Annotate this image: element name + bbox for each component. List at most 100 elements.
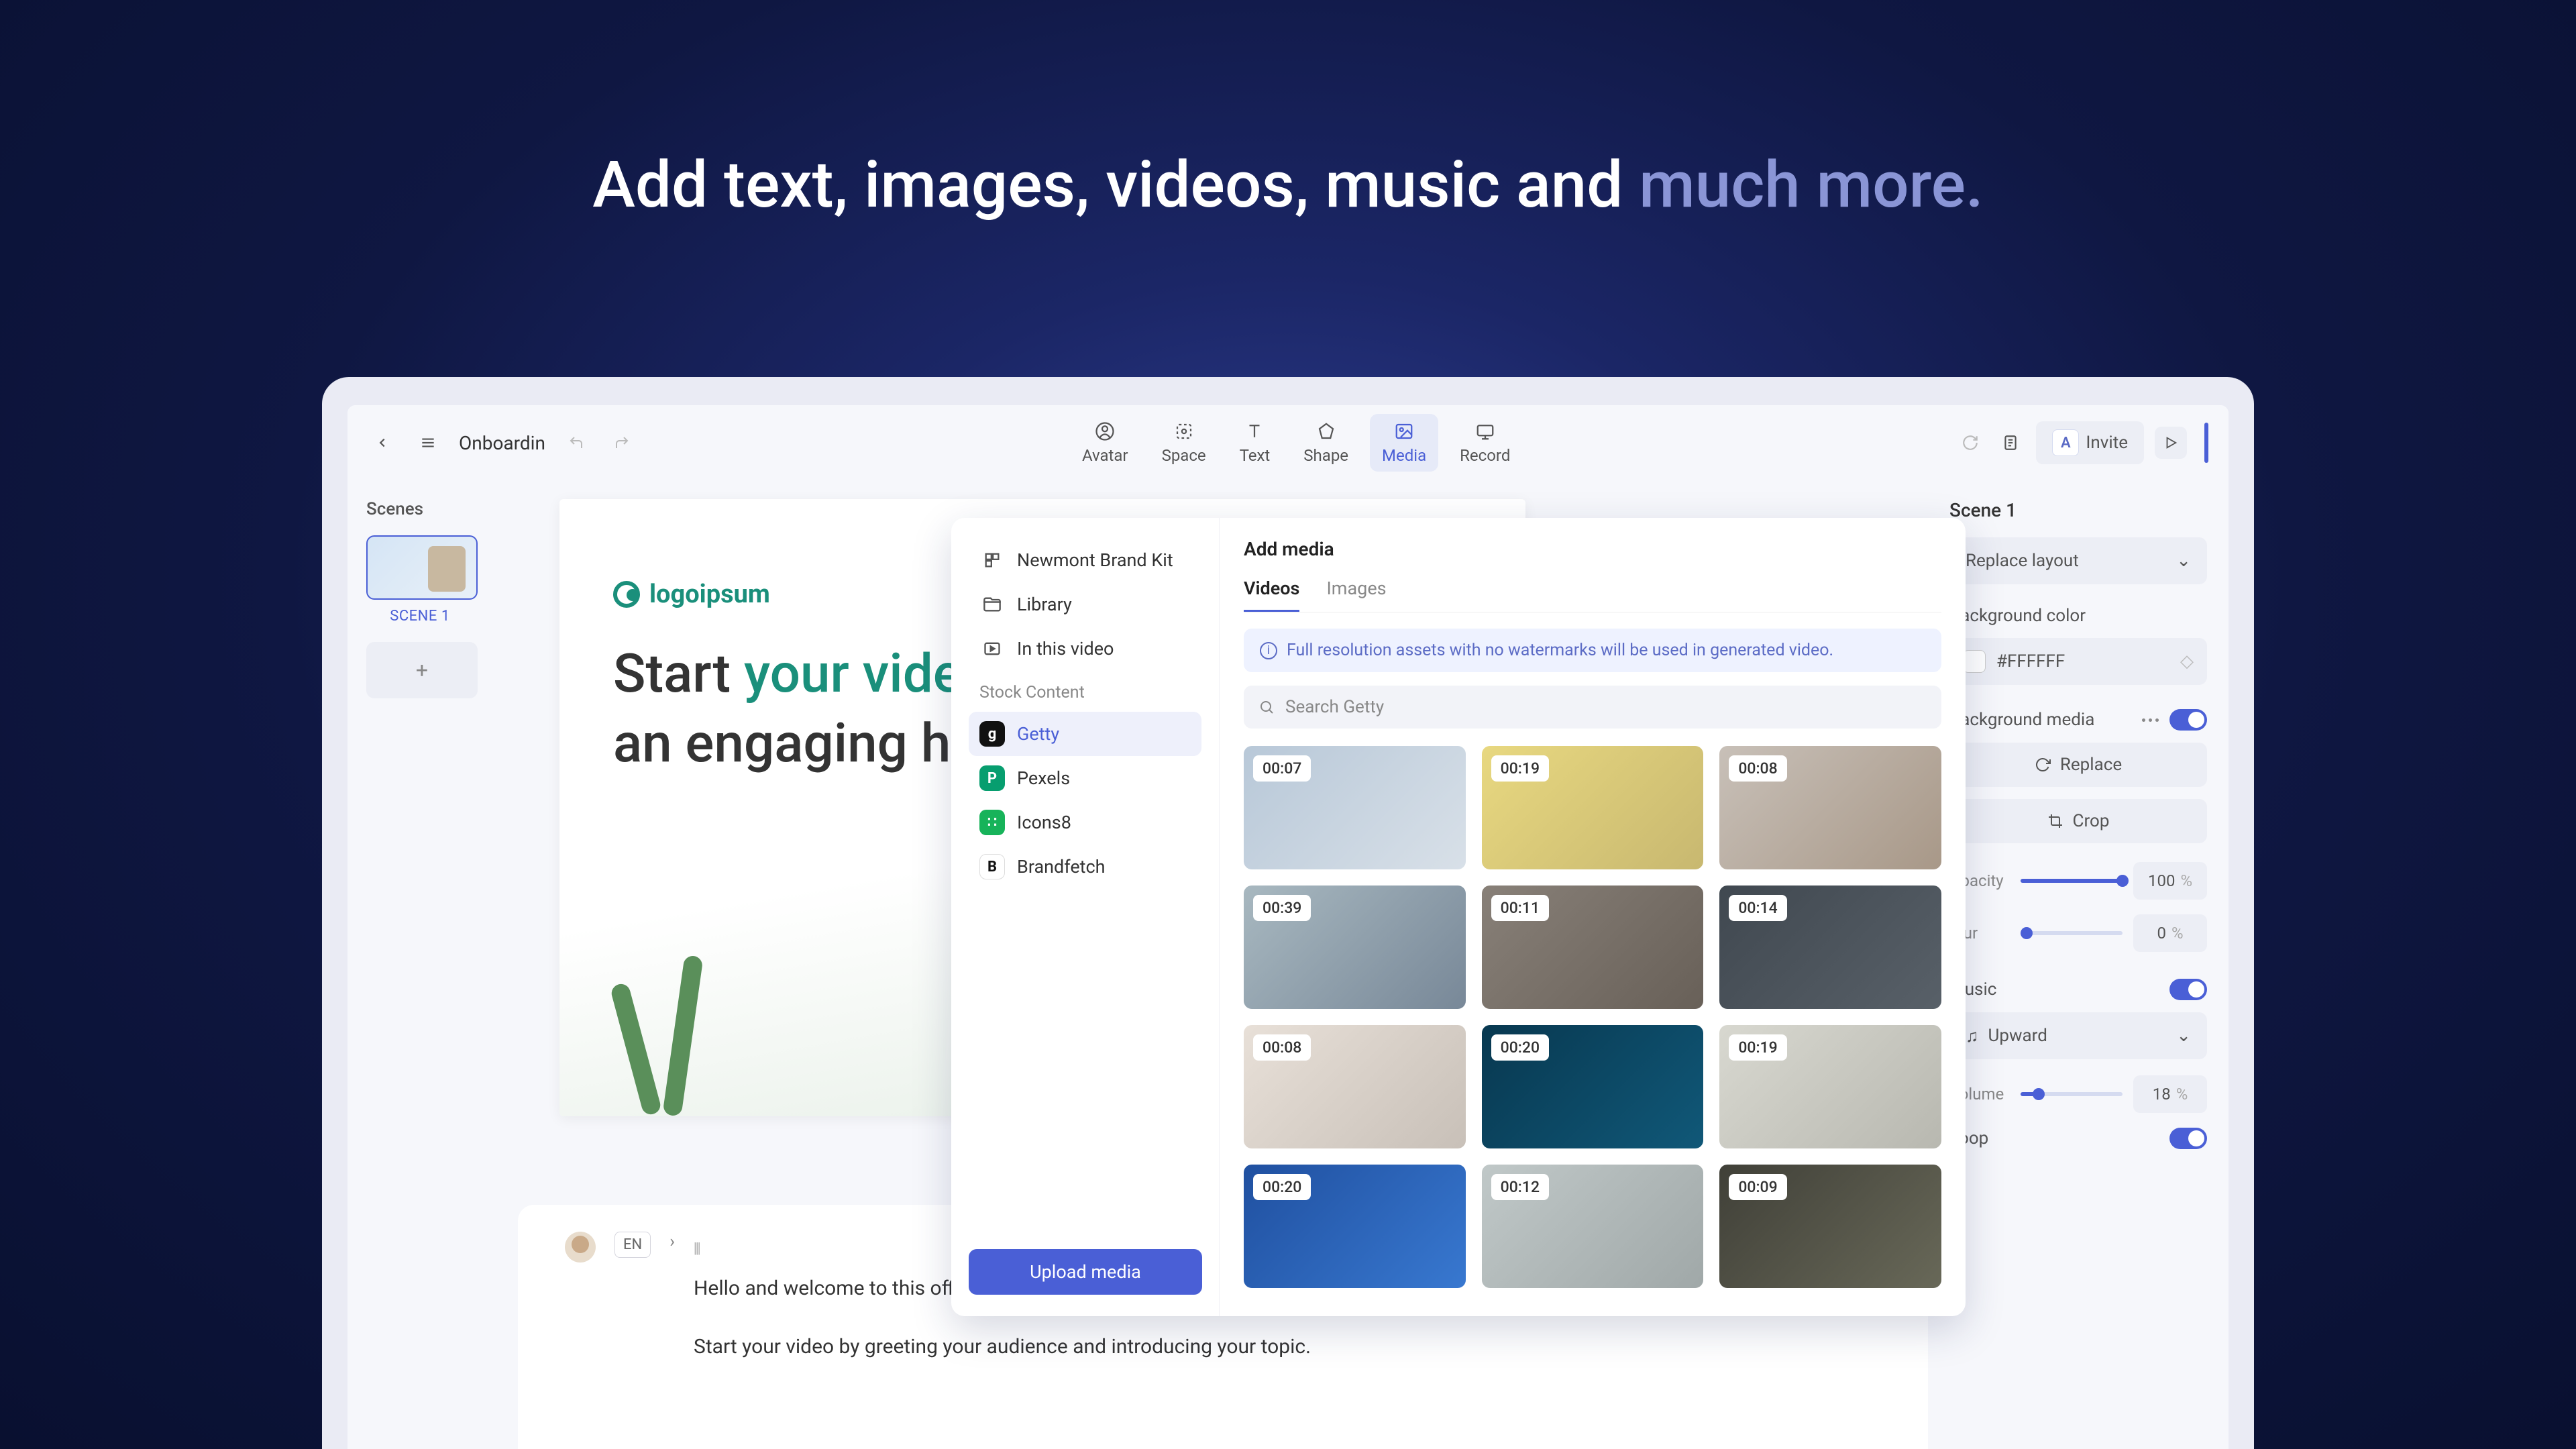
in-video-item[interactable]: In this video [969,627,1201,671]
sync-icon[interactable] [1955,428,1985,458]
clip-thumbnail[interactable]: 00:07 [1244,746,1466,869]
volume-value[interactable]: 18% [2133,1075,2207,1113]
clip-thumbnail[interactable]: 00:11 [1482,885,1704,1009]
volume-slider[interactable] [2021,1092,2123,1096]
logo-mark-icon [613,581,640,608]
more-icon[interactable] [2142,718,2159,722]
plant-decoration [600,928,774,1116]
clip-thumbnail[interactable]: 00:39 [1244,885,1466,1009]
library-item[interactable]: Library [969,582,1201,627]
brandkit-icon [979,547,1005,573]
tab-images[interactable]: Images [1326,578,1386,612]
toolbar: Avatar Space Text Shape Media Record [1070,414,1522,472]
clip-duration: 00:19 [1729,1034,1786,1061]
clip-thumbnail[interactable]: 00:09 [1719,1165,1941,1288]
notes-icon[interactable] [1996,428,2025,458]
upload-media-button[interactable]: Upload media [969,1249,1202,1295]
clip-duration: 00:14 [1729,895,1786,921]
media-title: Add media [1244,538,1941,560]
eyedropper-icon[interactable]: ◇ [2180,651,2194,672]
source-getty[interactable]: gGetty [969,712,1201,756]
clip-thumbnail[interactable]: 00:08 [1244,1025,1466,1148]
clip-thumbnail[interactable]: 00:12 [1482,1165,1704,1288]
tool-space[interactable]: Space [1150,414,1218,472]
shape-icon [1316,421,1337,442]
replace-layout-select[interactable]: Replace layout ⌄ [1949,537,2207,584]
opacity-value[interactable]: 100% [2133,862,2207,900]
menu-button[interactable] [413,428,443,458]
topbar: Onboardin Avatar Space Text [347,405,2229,480]
search-input[interactable]: Search Getty [1244,686,1941,729]
media-main: Add media Videos Images i Full resolutio… [1220,518,1966,1316]
space-icon [1173,421,1195,442]
blur-slider[interactable] [2021,931,2123,935]
music-toggle[interactable] [2169,979,2207,1000]
media-popover: Newmont Brand Kit Library In this video … [951,518,1966,1316]
brand-kit-item[interactable]: Newmont Brand Kit [969,538,1201,582]
properties-panel: Scene 1 Replace layout ⌄ Background colo… [1928,480,2229,1449]
track-select[interactable]: ♫Upward ⌄ [1949,1012,2207,1059]
blur-value[interactable]: 0% [2133,914,2207,952]
clip-duration: 00:39 [1253,895,1311,921]
media-sidebar: Newmont Brand Kit Library In this video … [951,518,1220,1316]
music-note-icon: ♫ [1966,1026,1979,1046]
clip-duration: 00:07 [1253,755,1311,782]
text-icon [1244,421,1265,442]
in-video-icon [979,636,1005,661]
library-icon [979,592,1005,617]
redo-button[interactable] [607,428,637,458]
replace-button[interactable]: Replace [1949,743,2207,787]
play-button[interactable] [2155,427,2187,459]
back-button[interactable] [368,428,397,458]
loop-toggle[interactable] [2169,1128,2207,1149]
scenes-heading: Scenes [366,499,474,519]
clip-thumbnail[interactable]: 00:14 [1719,885,1941,1009]
tool-shape[interactable]: Shape [1291,414,1360,472]
clip-duration: 00:20 [1253,1174,1311,1200]
clip-duration: 00:19 [1491,755,1549,782]
info-icon: i [1260,642,1277,659]
source-brandfetch[interactable]: BBrandfetch [969,845,1201,889]
add-scene-button[interactable]: + [366,642,478,698]
search-icon [1258,699,1275,715]
opacity-slider[interactable] [2021,879,2123,883]
clip-thumbnail[interactable]: 00:20 [1244,1165,1466,1288]
loop-label: Loop [1949,1128,2207,1149]
chevron-down-icon: ⌄ [2176,1026,2191,1046]
tab-videos[interactable]: Videos [1244,578,1299,612]
tool-media[interactable]: Media [1370,414,1438,472]
crop-button[interactable]: Crop [1949,799,2207,843]
language-badge[interactable]: EN [614,1232,651,1258]
invite-button[interactable]: A Invite [2036,421,2144,464]
chevron-right-icon[interactable]: › [669,1232,675,1252]
volume-row: Volume 18% [1949,1075,2207,1113]
source-icons8[interactable]: ∷Icons8 [969,800,1201,845]
user-badge: A [2052,429,2079,456]
tool-avatar[interactable]: Avatar [1070,414,1140,472]
clip-duration: 00:09 [1729,1174,1786,1200]
chevron-down-icon: ⌄ [2176,551,2191,571]
bg-media-toggle[interactable] [2169,709,2207,731]
source-icon: B [979,854,1005,879]
tool-record[interactable]: Record [1448,414,1522,472]
hero-headline: Add text, images, videos, music and much… [0,148,2576,223]
script-avatar[interactable] [565,1232,596,1263]
project-name[interactable]: Onboardin [459,432,545,454]
media-icon [1393,421,1415,442]
clip-thumbnail[interactable]: 00:08 [1719,746,1941,869]
topbar-right: A Invite [1955,421,2208,464]
clip-thumbnail[interactable]: 00:20 [1482,1025,1704,1148]
source-pexels[interactable]: PPexels [969,756,1201,800]
scenes-panel: Scenes SCENE 1 + [347,480,492,1449]
tool-text[interactable]: Text [1228,414,1283,472]
color-swatch [1963,650,1986,673]
undo-button[interactable] [561,428,591,458]
clip-thumbnail[interactable]: 00:19 [1482,746,1704,869]
scene-thumbnail[interactable] [366,535,478,600]
clip-duration: 00:08 [1253,1034,1311,1061]
bg-color-input[interactable]: #FFFFFF ◇ [1949,638,2207,685]
scene-label: SCENE 1 [366,608,474,625]
clip-duration: 00:12 [1491,1174,1549,1200]
clip-thumbnail[interactable]: 00:19 [1719,1025,1941,1148]
opacity-row: Opacity 100% [1949,862,2207,900]
